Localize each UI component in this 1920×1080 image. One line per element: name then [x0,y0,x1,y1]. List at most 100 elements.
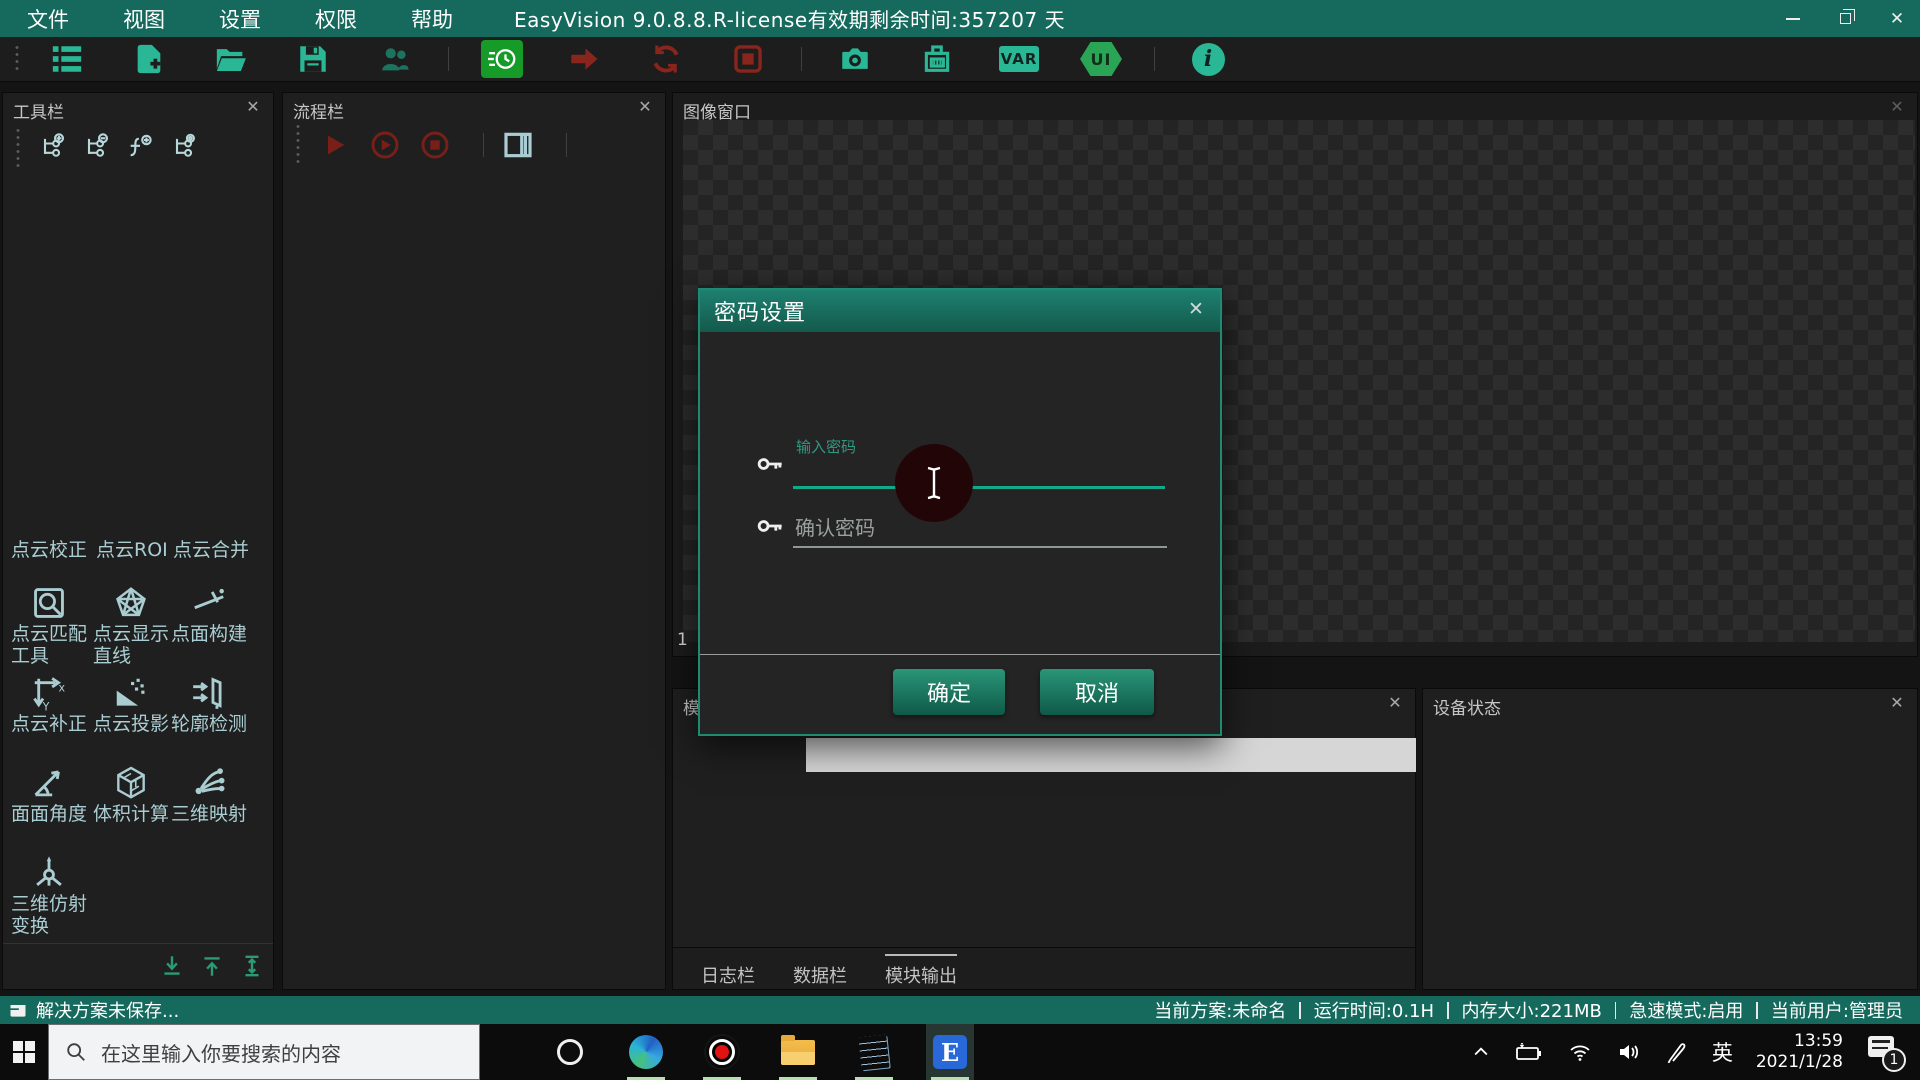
notification-center-button[interactable]: 1 [1866,1032,1906,1072]
tool-pointcloud-display-line[interactable]: 点云显示 直线 [87,583,175,667]
module-panel-close-button[interactable]: ✕ [1385,693,1405,712]
toolbar-separator [1154,47,1155,71]
maximize-button[interactable] [1832,6,1858,32]
new-solution-button[interactable] [126,39,172,79]
tab-data[interactable]: 数据栏 [793,954,847,988]
expand-vertical-icon[interactable] [239,953,265,979]
pentagon-icon [87,583,175,623]
open-folder-icon [214,42,248,76]
dialog-titlebar[interactable]: 密码设置 ✕ [700,290,1220,332]
about-button[interactable]: i [1185,39,1231,79]
user-manager-button[interactable] [372,39,418,79]
run-arrow-icon [567,42,601,76]
menu-view[interactable]: 视图 [96,4,192,34]
tool-pointcloud-correct[interactable]: x Y 点云补正 [5,673,93,735]
move-down-icon[interactable] [159,953,185,979]
ui-designer-button[interactable]: UI [1078,39,1124,79]
image-index-label: 1 [677,630,688,650]
pen-icon[interactable] [1665,1041,1689,1063]
folder-icon [781,1034,815,1065]
affine-icon [5,853,93,893]
time-label: 13:59 [1794,1031,1843,1051]
device-button[interactable] [914,39,960,79]
remove-node-button[interactable] [79,130,113,164]
app-title: EasyVision 9.0.8.8.R-license有效期剩余时间:3572… [514,8,1066,32]
dialog-close-button[interactable]: ✕ [1184,298,1208,320]
recorder-button[interactable] [698,1024,746,1080]
tray-chevron-icon[interactable] [1471,1042,1491,1062]
edge-icon [629,1035,663,1069]
tool-panel-grip[interactable] [15,127,21,167]
menu-permissions[interactable]: 权限 [288,4,384,34]
save-icon [296,42,330,76]
menu-file[interactable]: 文件 [0,4,96,34]
wifi-icon[interactable] [1567,1041,1593,1063]
device-panel-close-button[interactable]: ✕ [1887,693,1907,712]
ok-button[interactable]: 确定 [893,669,1005,715]
tool-point-surface-build[interactable]: 点面构建 [165,583,253,645]
file-explorer-button[interactable] [774,1024,822,1080]
tool-pointcloud-match[interactable]: 点云匹配 工具 [5,583,93,667]
close-window-button[interactable]: ✕ [1884,6,1910,32]
cancel-button[interactable]: 取消 [1040,669,1154,715]
tool-contour-detect[interactable]: 轮廓检测 [165,673,253,735]
status-current-solution: 当前方案:未命名 [1154,1001,1287,1022]
solution-list-button[interactable] [44,39,90,79]
password-input[interactable] [793,486,1165,489]
menu-help[interactable]: 帮助 [384,4,480,34]
flow-panel-title: 流程栏 [293,103,344,123]
camera-button[interactable] [832,39,878,79]
flow-run-button[interactable] [317,127,353,163]
flow-layout-button[interactable] [500,127,536,163]
module-output-row[interactable] [806,738,1416,772]
tool-panel-close-button[interactable]: ✕ [243,97,263,116]
confirm-password-input[interactable]: 确认密码 [795,512,875,541]
cortana-button[interactable] [546,1024,594,1080]
flow-toolbar-grip[interactable] [295,123,301,167]
projection-icon [87,673,175,713]
flow-toolbar [289,123,583,167]
tab-module-output[interactable]: 模块输出 [885,954,957,988]
tool-pointcloud-merge[interactable]: 点云合并 [173,535,249,562]
flow-stop-button[interactable] [417,127,453,163]
clock[interactable]: 13:59 2021/1/28 [1756,1031,1843,1073]
flow-run-loop-button[interactable] [367,127,403,163]
run-once-button[interactable] [561,39,607,79]
svg-text:x: x [59,681,66,694]
battery-icon[interactable] [1514,1041,1544,1063]
minimize-button[interactable] [1780,6,1806,32]
move-up-icon[interactable] [199,953,225,979]
tool-3d-affine[interactable]: 三维仿射 变换 [5,853,93,937]
start-button[interactable] [0,1024,48,1080]
status-current-user: 当前用户:管理员 [1770,1001,1903,1022]
tab-log[interactable]: 日志栏 [701,954,755,988]
tool-panel-toolbar [9,127,211,167]
tool-3d-mapping[interactable]: 三维映射 [165,763,253,825]
add-node-button[interactable] [35,130,69,164]
function-add-button[interactable] [123,130,157,164]
tool-surface-angle[interactable]: 面面角度 [5,763,93,825]
stop-button[interactable] [725,39,771,79]
run-timer-button[interactable] [479,39,525,79]
tool-pointcloud-calib[interactable]: 点云校正 [11,535,87,562]
variables-button[interactable]: VAR [996,39,1042,79]
easyvision-taskbar-button[interactable]: E [926,1024,974,1080]
menu-settings[interactable]: 设置 [192,4,288,34]
notepad-button[interactable] [850,1024,898,1080]
tool-pointcloud-roi[interactable]: 点云ROI [96,535,168,562]
node-settings-button[interactable] [167,130,201,164]
edge-button[interactable] [622,1024,670,1080]
open-solution-button[interactable] [208,39,254,79]
toolbar-grip[interactable] [14,44,20,74]
save-solution-button[interactable] [290,39,336,79]
flow-panel-close-button[interactable]: ✕ [635,97,655,116]
search-icon [65,1041,87,1063]
volume-icon[interactable] [1616,1041,1642,1063]
users-icon [378,42,412,76]
image-panel-close-button[interactable]: ✕ [1887,97,1907,116]
taskbar-search[interactable]: 在这里输入你要搜索的内容 [48,1024,480,1080]
ime-indicator[interactable]: 英 [1712,1037,1733,1067]
tool-pointcloud-project[interactable]: 点云投影 [87,673,175,735]
run-loop-button[interactable] [643,39,689,79]
tool-volume-calc[interactable]: 体积计算 [87,763,175,825]
